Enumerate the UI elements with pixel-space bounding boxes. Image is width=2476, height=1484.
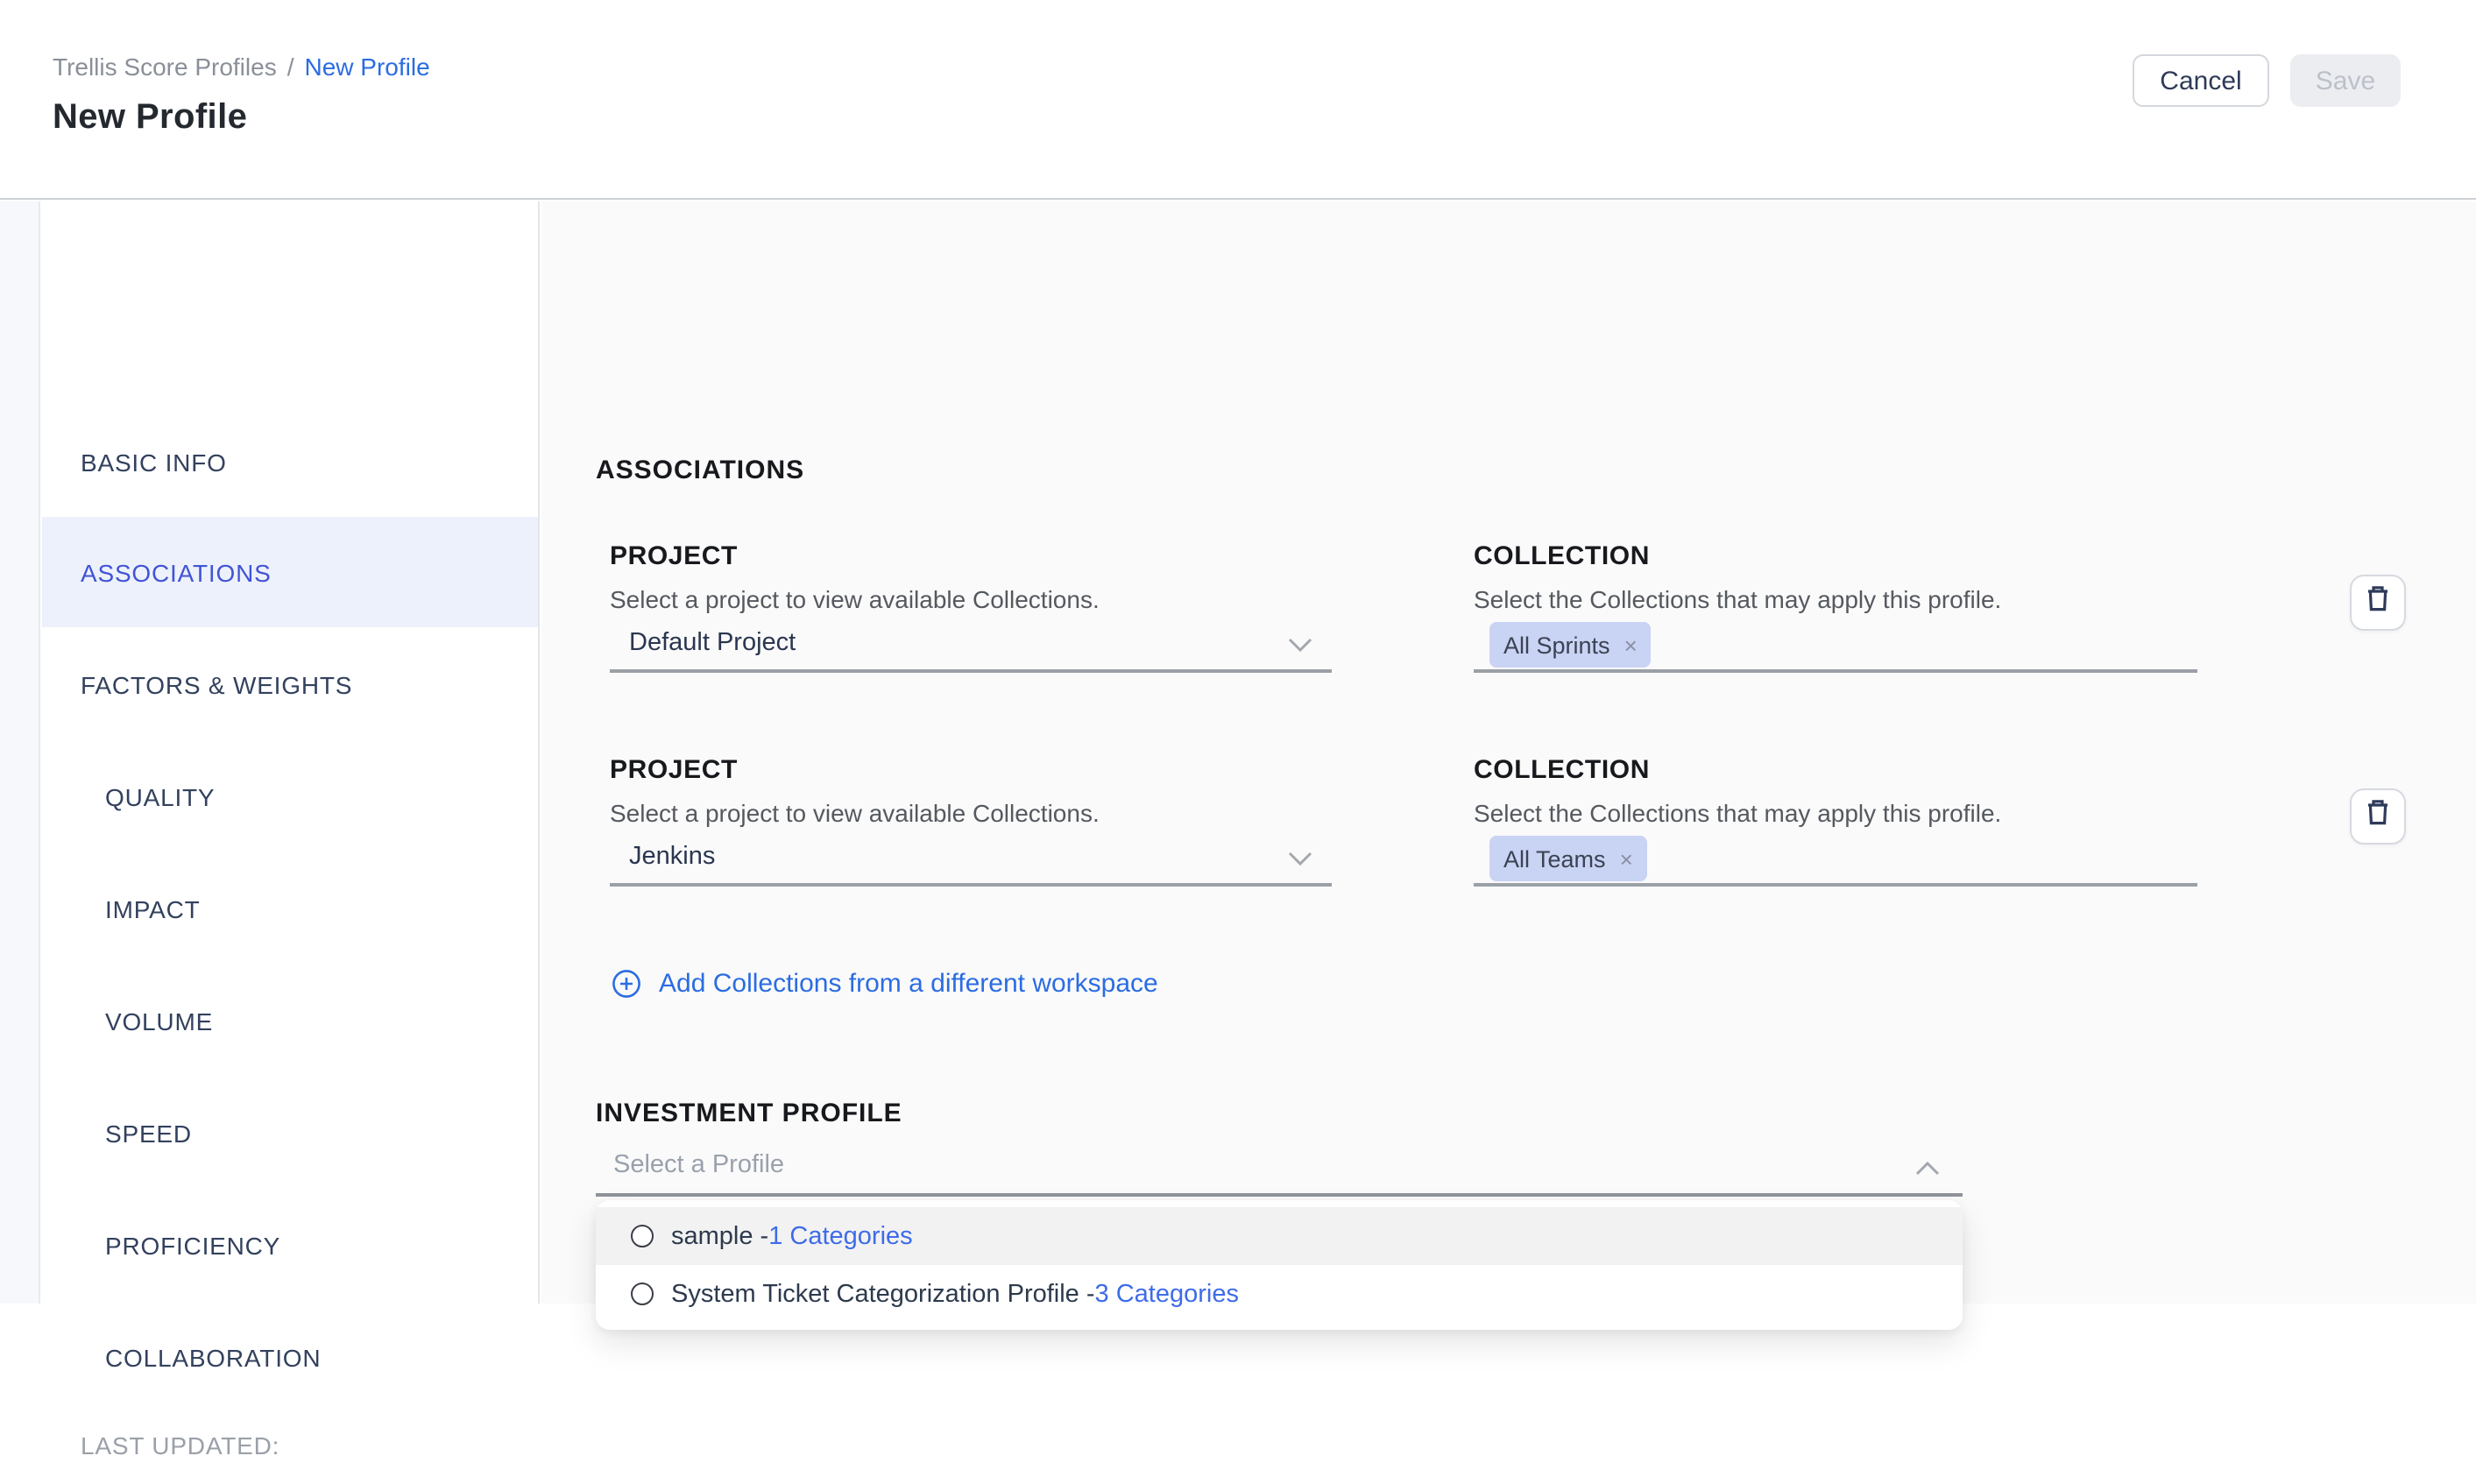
breadcrumb: Trellis Score Profiles / New Profile <box>53 53 430 81</box>
sidebar: BASIC INFO ASSOCIATIONS FACTORS & WEIGHT… <box>0 201 540 1304</box>
chevron-up-icon <box>1914 1155 1942 1172</box>
option-categories-link[interactable]: 1 Categories <box>768 1222 912 1250</box>
collection-hint: Select the Collections that may apply th… <box>1474 799 2001 827</box>
project-label: PROJECT <box>610 755 738 785</box>
dropdown-option-system-ticket[interactable]: System Ticket Categorization Profile - 3… <box>596 1265 1963 1323</box>
sidebar-item-last-updated: LAST UPDATED: <box>42 1407 538 1484</box>
cancel-button[interactable]: Cancel <box>2133 54 2269 107</box>
sidebar-item-basic-info[interactable]: BASIC INFO <box>42 406 538 517</box>
project-hint: Select a project to view available Colle… <box>610 585 1100 613</box>
sidebar-item-quality[interactable]: QUALITY <box>42 741 538 852</box>
dropdown-option-sample[interactable]: sample - 1 Categories <box>596 1207 1963 1265</box>
project-select[interactable]: Default Project <box>629 629 796 657</box>
delete-association-button[interactable] <box>2350 575 2406 631</box>
sidebar-item-volume[interactable]: VOLUME <box>42 965 538 1076</box>
add-collections-label: Add Collections from a different workspa… <box>659 969 1158 999</box>
collection-hint: Select the Collections that may apply th… <box>1474 585 2001 613</box>
option-name: System Ticket Categorization Profile - <box>671 1280 1095 1308</box>
collection-label: COLLECTION <box>1474 755 1650 785</box>
collection-tag-label: All Sprints <box>1503 632 1610 658</box>
select-underline <box>610 883 1332 886</box>
sidebar-item-associations[interactable]: ASSOCIATIONS <box>42 517 538 627</box>
radio-icon[interactable] <box>631 1283 654 1305</box>
breadcrumb-current-link[interactable]: New Profile <box>305 53 430 81</box>
project-field: PROJECT Select a project to view availab… <box>610 527 1332 729</box>
option-categories-link[interactable]: 3 Categories <box>1095 1280 1239 1308</box>
add-collections-link[interactable]: Add Collections from a different workspa… <box>612 969 1158 999</box>
trash-icon <box>2364 797 2392 836</box>
page-title: New Profile <box>53 98 247 138</box>
plus-circle-icon <box>612 969 641 999</box>
page: Trellis Score Profiles / New Profile New P… <box>0 0 2476 1304</box>
investment-profile-select[interactable]: Select a Profile <box>596 1130 1963 1197</box>
project-field: PROJECT Select a project to view availab… <box>610 741 1332 943</box>
collection-tag: All Teams × <box>1489 836 1647 881</box>
tag-remove-icon[interactable]: × <box>1624 633 1638 656</box>
project-hint: Select a project to view available Colle… <box>610 799 1100 827</box>
collection-label: COLLECTION <box>1474 541 1650 571</box>
collection-tag: All Sprints × <box>1489 622 1652 668</box>
select-underline <box>1474 669 2197 672</box>
collection-field: COLLECTION Select the Collections that m… <box>1474 741 2197 943</box>
radio-icon[interactable] <box>631 1225 654 1247</box>
option-name: sample - <box>671 1222 768 1250</box>
associations-section-title: ASSOCIATIONS <box>596 456 804 485</box>
sidebar-item-collaboration[interactable]: COLLABORATION <box>42 1302 538 1412</box>
investment-profile-placeholder: Select a Profile <box>613 1151 784 1179</box>
trash-icon <box>2364 583 2392 622</box>
collection-field: COLLECTION Select the Collections that m… <box>1474 527 2197 729</box>
project-select[interactable]: Jenkins <box>629 843 715 871</box>
chevron-down-icon <box>1286 850 1314 867</box>
sidebar-left-strip <box>0 201 40 1304</box>
save-button[interactable]: Save <box>2290 54 2401 107</box>
page-header: Trellis Score Profiles / New Profile New P… <box>0 0 2476 200</box>
sidebar-item-factors-weights[interactable]: FACTORS & WEIGHTS <box>42 629 538 739</box>
delete-association-button[interactable] <box>2350 788 2406 844</box>
chevron-down-icon <box>1286 636 1314 654</box>
association-row: PROJECT Select a project to view availab… <box>541 741 2476 943</box>
select-underline <box>610 669 1332 672</box>
investment-profile-title: INVESTMENT PROFILE <box>596 1099 902 1128</box>
project-label: PROJECT <box>610 541 738 571</box>
sidebar-item-speed[interactable]: SPEED <box>42 1078 538 1188</box>
select-underline <box>1474 883 2197 886</box>
sidebar-item-impact[interactable]: IMPACT <box>42 853 538 964</box>
sidebar-item-proficiency[interactable]: PROFICIENCY <box>42 1190 538 1300</box>
tag-remove-icon[interactable]: × <box>1620 847 1633 870</box>
header-actions: Cancel Save <box>2133 54 2401 107</box>
investment-profile-dropdown: sample - 1 Categories System Ticket Cate… <box>596 1200 1963 1330</box>
breadcrumb-parent-link[interactable]: Trellis Score Profiles <box>53 53 277 81</box>
association-row: PROJECT Select a project to view availab… <box>541 527 2476 729</box>
breadcrumb-separator: / <box>287 53 294 81</box>
collection-tag-label: All Teams <box>1503 845 1606 872</box>
main-content: ASSOCIATIONS PROJECT Select a project to… <box>541 201 2476 1304</box>
